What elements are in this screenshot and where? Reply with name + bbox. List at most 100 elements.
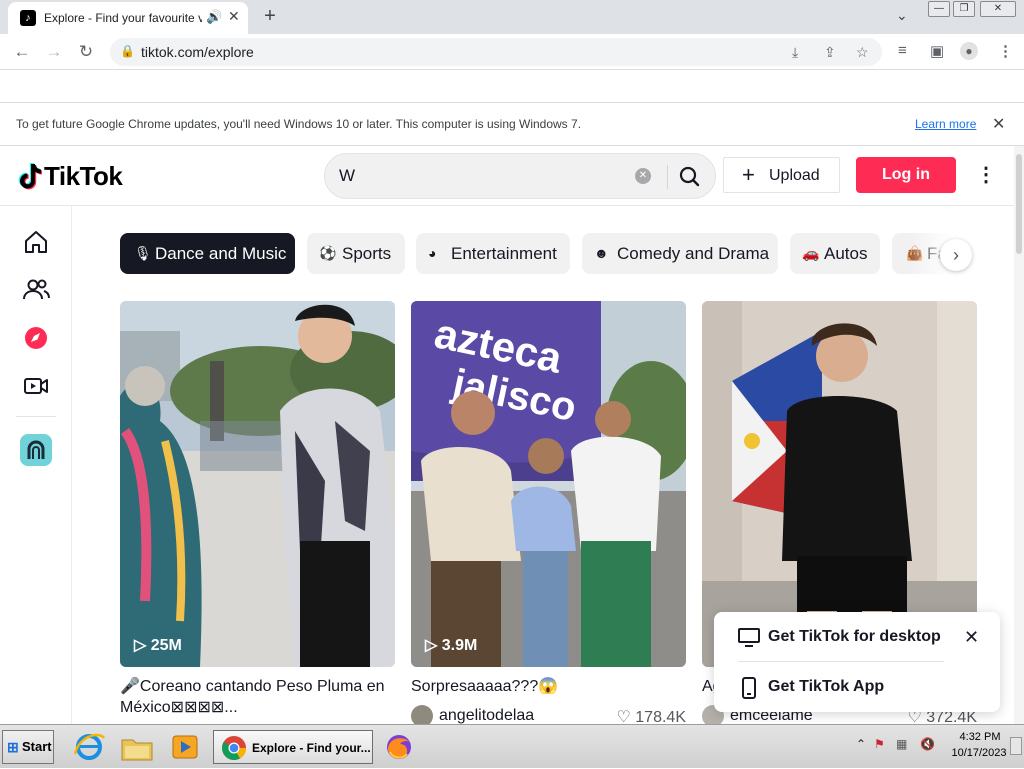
restore-window-button[interactable]: ❐ bbox=[953, 1, 975, 17]
login-button[interactable]: Log in bbox=[856, 157, 956, 193]
infobar-message: To get future Google Chrome updates, you… bbox=[16, 117, 582, 131]
view-count-value: 25M bbox=[150, 637, 182, 654]
search-box[interactable]: ✕ bbox=[324, 153, 716, 199]
windows-logo-icon: ⊞ bbox=[7, 739, 19, 755]
internet-explorer-icon[interactable] bbox=[70, 730, 108, 764]
category-comedy-and-drama[interactable]: ☻ Comedy and Drama bbox=[582, 233, 778, 274]
get-app-popup: Get TikTok for desktop ✕ Get TikTok App bbox=[714, 612, 1000, 712]
creator-effects-icon[interactable] bbox=[20, 434, 52, 466]
minimize-window-button[interactable]: — bbox=[928, 1, 950, 17]
scrollbar-thumb[interactable] bbox=[1016, 154, 1022, 254]
popup-divider bbox=[738, 661, 944, 662]
smile-icon: ☻ bbox=[594, 245, 609, 261]
lock-icon: 🔒 bbox=[120, 44, 135, 58]
mobile-phone-icon bbox=[742, 677, 756, 699]
clock-date[interactable]: 10/17/2023 bbox=[946, 747, 1012, 759]
video-thumbnail-image bbox=[120, 301, 395, 667]
side-panel-icon[interactable]: ▣ bbox=[930, 42, 944, 60]
browser-tab-explore[interactable]: ♪ Explore - Find your favourite vi 🔊 ✕ bbox=[8, 2, 248, 34]
get-app-label: Get TikTok App bbox=[768, 678, 885, 695]
tiktok-header: TikTok ✕ + Upload Log in ⋮ bbox=[0, 146, 1014, 206]
taskbar-chrome-label: Explore - Find your... bbox=[252, 741, 371, 755]
volume-muted-icon[interactable]: 🔇 bbox=[920, 737, 935, 751]
forward-arrow-icon[interactable]: → bbox=[42, 40, 66, 64]
action-center-warning-icon[interactable]: ⚑ bbox=[874, 737, 885, 751]
upload-label: Upload bbox=[769, 167, 820, 184]
category-entertainment[interactable]: ◕ Entertainment bbox=[416, 233, 570, 274]
category-label: Entertainment bbox=[451, 244, 557, 263]
bookmarks-bar bbox=[0, 70, 1024, 102]
video-thumbnail[interactable]: azteca jalisco ▷ 3.9M bbox=[411, 301, 686, 667]
following-users-icon[interactable] bbox=[20, 274, 52, 306]
home-icon[interactable] bbox=[20, 226, 52, 258]
share-icon[interactable]: ⇪ bbox=[824, 44, 836, 61]
taskbar-chrome-window[interactable]: Explore - Find your... bbox=[213, 730, 373, 764]
tab-title: Explore - Find your favourite vi bbox=[44, 11, 202, 25]
left-nav bbox=[0, 206, 72, 724]
reload-icon[interactable]: ↻ bbox=[74, 40, 98, 64]
chrome-logo-icon bbox=[222, 736, 246, 761]
search-icon[interactable] bbox=[673, 162, 707, 190]
clock-time[interactable]: 4:32 PM bbox=[950, 731, 1010, 743]
chevron-right-icon[interactable]: › bbox=[940, 239, 972, 271]
learn-more-link[interactable]: Learn more bbox=[915, 117, 976, 131]
nav-divider bbox=[16, 416, 56, 417]
category-label: Autos bbox=[824, 244, 868, 263]
popup-close-icon[interactable]: ✕ bbox=[964, 627, 979, 648]
category-autos[interactable]: 🚗 Autos bbox=[790, 233, 880, 274]
category-sports[interactable]: ⚽ Sports bbox=[307, 233, 405, 274]
back-arrow-icon[interactable]: ← bbox=[10, 40, 34, 64]
media-controls-icon[interactable]: ≡ bbox=[898, 42, 907, 59]
category-label: Dance and Music bbox=[155, 244, 287, 263]
media-player-icon[interactable] bbox=[166, 730, 204, 764]
view-count: ▷ 25M bbox=[134, 637, 182, 654]
masks-icon: ◕ bbox=[428, 245, 437, 261]
firefox-icon[interactable] bbox=[380, 730, 418, 764]
show-desktop-button[interactable] bbox=[1010, 737, 1022, 755]
new-tab-button[interactable]: + bbox=[258, 4, 282, 28]
category-dance-and-music[interactable]: 🎙 Dance and Music bbox=[120, 233, 295, 274]
infobar-close-icon[interactable]: ✕ bbox=[992, 114, 1005, 134]
video-card-2[interactable]: azteca jalisco ▷ 3.9M Sorpresaaaaa???😱 a… bbox=[411, 301, 686, 727]
tab-close-icon[interactable]: ✕ bbox=[228, 8, 240, 25]
chrome-menu-icon[interactable]: ⋮ bbox=[998, 42, 1013, 60]
more-options-icon[interactable]: ⋮ bbox=[976, 162, 996, 188]
tab-search-chevron-icon[interactable]: ⌄ bbox=[896, 7, 908, 24]
file-explorer-folder-icon[interactable] bbox=[118, 730, 156, 764]
search-divider bbox=[667, 165, 668, 189]
browser-tab-bar: ♪ Explore - Find your favourite vi 🔊 ✕ +… bbox=[0, 0, 1024, 34]
upload-button[interactable]: + Upload bbox=[723, 157, 840, 193]
close-window-button[interactable]: ✕ bbox=[980, 1, 1016, 17]
category-label: Comedy and Drama bbox=[617, 244, 770, 263]
speaker-icon[interactable]: 🔊 bbox=[206, 9, 222, 25]
start-label: Start bbox=[22, 739, 52, 754]
desktop-monitor-icon bbox=[738, 628, 760, 647]
explore-compass-icon[interactable] bbox=[20, 322, 52, 354]
windows-taskbar: ⊞ Start Explore - Find your... ⌃ ⚑ ▦ 🔇 4… bbox=[0, 724, 1024, 768]
video-thumbnail[interactable]: ▷ 25M bbox=[120, 301, 395, 667]
microphone-icon: 🎙 bbox=[134, 245, 152, 261]
tiktok-favicon-icon: ♪ bbox=[20, 10, 36, 26]
page-scrollbar[interactable] bbox=[1014, 146, 1024, 724]
clear-search-icon[interactable]: ✕ bbox=[635, 168, 651, 184]
video-description[interactable]: Sorpresaaaaa???😱 bbox=[411, 676, 686, 697]
start-button[interactable]: ⊞ Start bbox=[2, 730, 54, 764]
network-icon[interactable]: ▦ bbox=[896, 737, 907, 751]
address-bar[interactable]: 🔒 tiktok.com/explore ⤓ ⇪ ☆ bbox=[110, 38, 882, 66]
live-video-icon[interactable] bbox=[20, 370, 52, 402]
search-input[interactable] bbox=[339, 162, 629, 190]
url-text: tiktok.com/explore bbox=[141, 44, 254, 60]
video-card-1[interactable]: ▷ 25M 🎤Coreano cantando Peso Pluma en Mé… bbox=[120, 301, 395, 721]
profile-avatar-icon[interactable]: ● bbox=[960, 42, 978, 60]
category-tabs: 🎙 Dance and Music ⚽ Sports ◕ Entertainme… bbox=[120, 233, 978, 275]
ball-icon: ⚽ bbox=[319, 245, 337, 261]
show-hidden-icons-chevron-icon[interactable]: ⌃ bbox=[856, 737, 866, 751]
author-name[interactable]: angelitodelaa bbox=[439, 707, 534, 725]
video-description[interactable]: 🎤Coreano cantando Peso Pluma en México⊠⊠… bbox=[120, 676, 395, 718]
update-infobar: To get future Google Chrome updates, you… bbox=[0, 102, 1024, 146]
install-app-icon[interactable]: ⤓ bbox=[792, 44, 798, 61]
tiktok-note-icon bbox=[18, 163, 42, 190]
bookmark-star-icon[interactable]: ☆ bbox=[856, 44, 869, 61]
system-tray: ⌃ ⚑ ▦ 🔇 4:32 PM 10/17/2023 bbox=[850, 725, 1024, 769]
plus-icon: + bbox=[742, 162, 755, 187]
